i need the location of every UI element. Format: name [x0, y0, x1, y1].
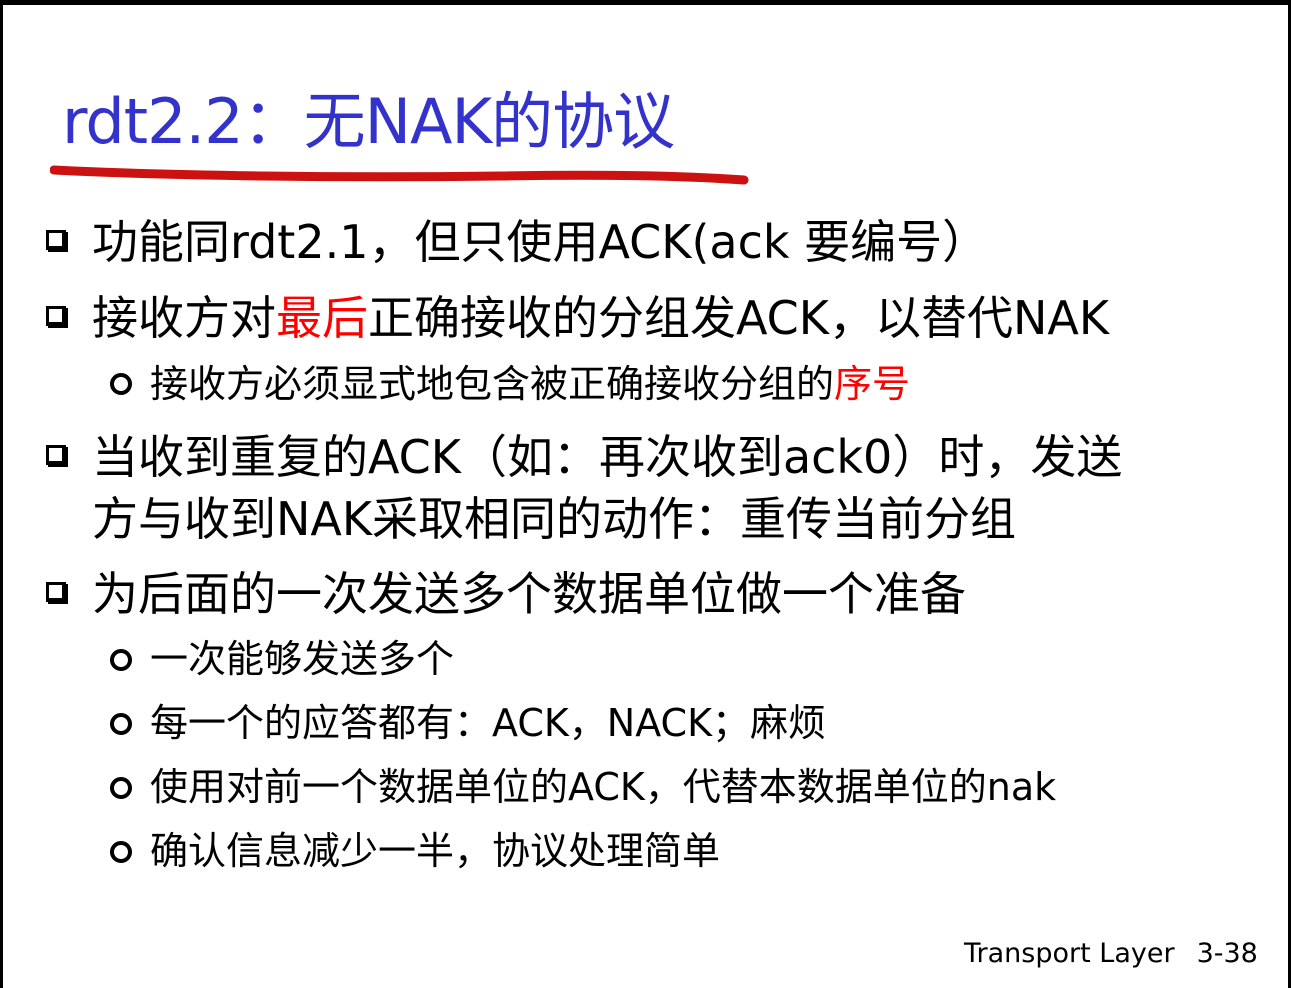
slide-footer: Transport Layer 3-38 [964, 936, 1258, 972]
bullet-2-highlight: 最后 [276, 291, 368, 345]
circle-bullet-icon [110, 373, 132, 395]
bullet-4-sub-4-text: 确认信息减少一半，协议处理简单 [150, 829, 721, 873]
circle-bullet-icon [110, 777, 132, 799]
circle-bullet-icon [110, 649, 132, 671]
square-bullet-icon [46, 445, 66, 465]
bullet-2-text: 接收方对最后正确接收的分组发ACK，以替代NAK [92, 288, 1109, 348]
bullet-4-sub-2-text: 每一个的应答都有：ACK，NACK；麻烦 [150, 701, 826, 745]
bullet-3-text-line-2: 方与收到NAK采取相同的动作：重传当前分组 [92, 492, 1017, 546]
square-bullet-icon [46, 306, 66, 326]
page-number: 3-38 [1196, 938, 1258, 969]
bullet-4-sub-3-text: 使用对前一个数据单位的ACK，代替本数据单位的nak [150, 765, 1057, 809]
footer-label: Transport Layer [964, 938, 1175, 969]
square-bullet-icon [46, 230, 66, 250]
bullet-4-text: 为后面的一次发送多个数据单位做一个准备 [92, 567, 966, 621]
bullet-4-sub-1-text: 一次能够发送多个 [150, 637, 455, 681]
title-underline [50, 165, 749, 185]
bullet-2-sub-text-pre: 接收方必须显式地包含被正确接收分组的 [150, 362, 835, 406]
bullet-2-text-pre: 接收方对 [92, 291, 276, 345]
bullet-1-text: 功能同rdt2.1，但只使用ACK(ack 要编号） [92, 215, 989, 269]
slide-title: rdt2.2：无NAK的协议 [62, 85, 675, 158]
circle-bullet-icon [110, 841, 132, 863]
bullet-2-text-post: 正确接收的分组发ACK，以替代NAK [368, 291, 1109, 345]
square-bullet-icon [46, 582, 66, 602]
bullet-2-sub-text: 接收方必须显式地包含被正确接收分组的序号 [150, 358, 910, 410]
bullet-3-text-line-1: 当收到重复的ACK（如：再次收到ack0）时，发送 [92, 430, 1123, 484]
bullet-2-sub-highlight: 序号 [834, 362, 911, 406]
circle-bullet-icon [110, 713, 132, 735]
